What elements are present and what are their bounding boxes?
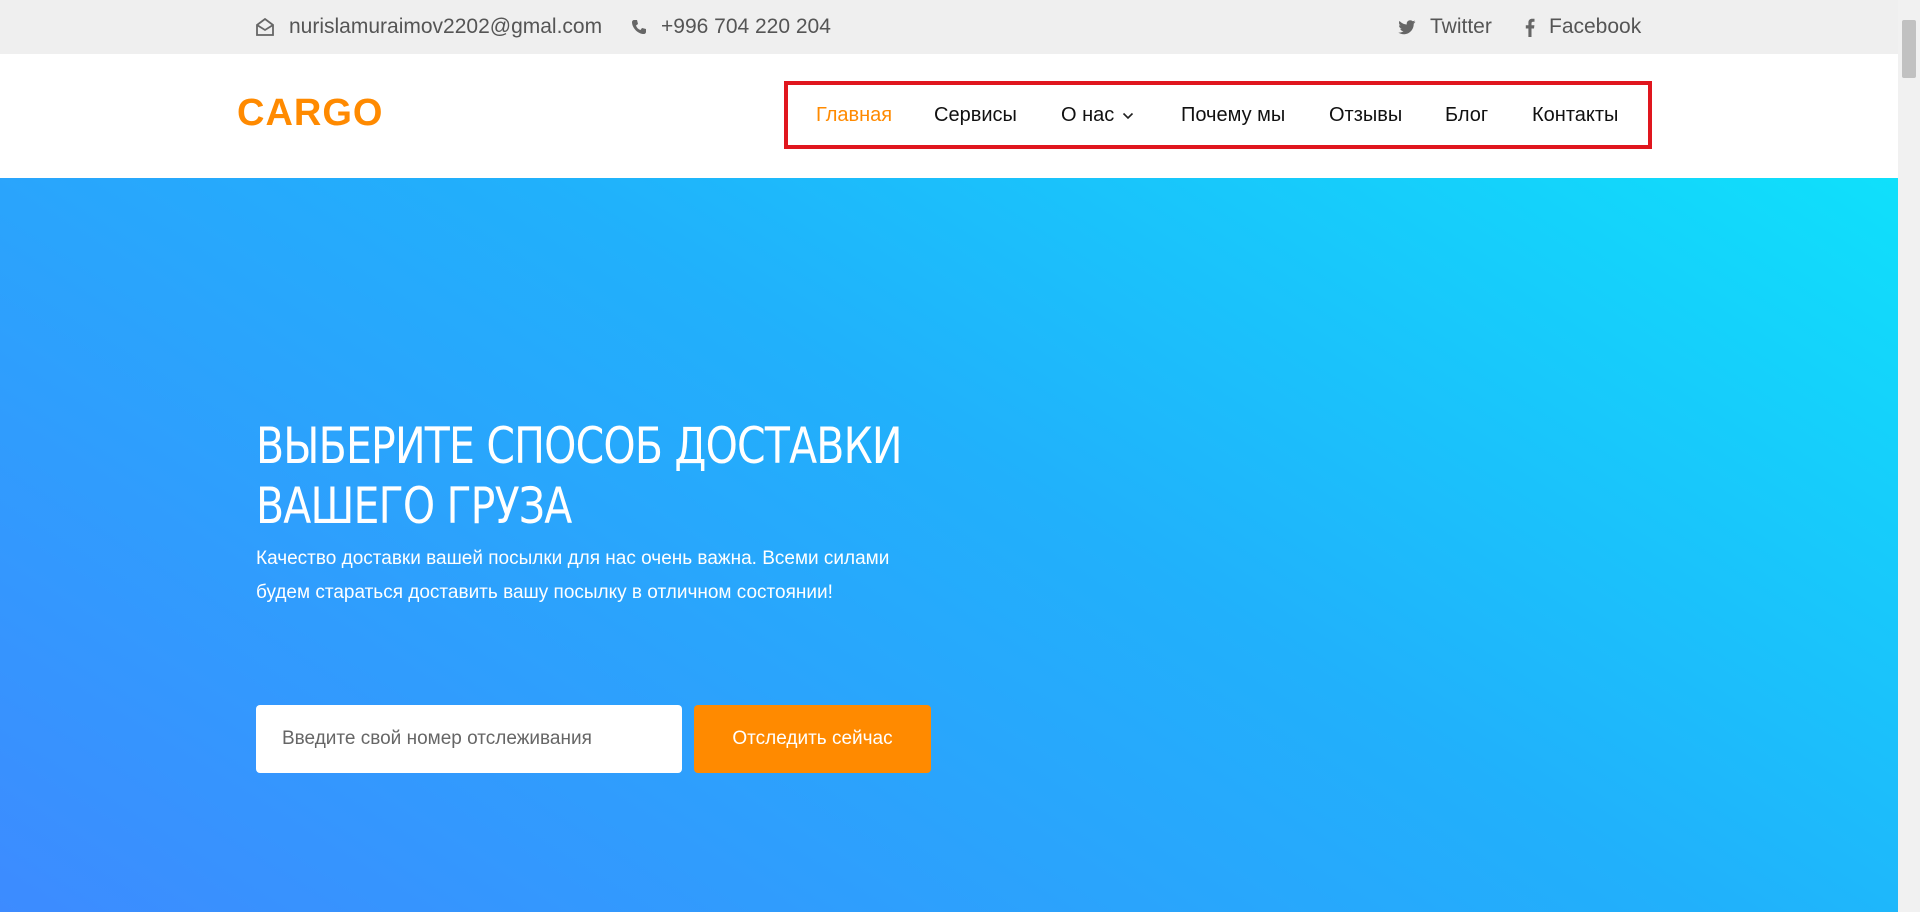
- facebook-link[interactable]: Facebook: [1525, 0, 1641, 54]
- phone-contact[interactable]: +996 704 220 204: [631, 0, 831, 54]
- hero-subtitle: Качество доставки вашей посылки для нас …: [256, 548, 890, 603]
- hero-section: ВЫБЕРИТЕ СПОСОБ ДОСТАВКИ ВАШЕГО ГРУЗА Ка…: [0, 178, 1898, 912]
- nav-item-services[interactable]: Сервисы: [934, 104, 1017, 127]
- facebook-icon: [1525, 18, 1535, 37]
- twitter-link[interactable]: Twitter: [1398, 0, 1492, 54]
- nav-item-blog[interactable]: Блог: [1445, 104, 1488, 127]
- email-text: nurislamuraimov2202@gmal.com: [289, 15, 603, 38]
- page: nurislamuraimov2202@gmal.com +996 704 22…: [0, 0, 1898, 912]
- phone-icon: [631, 19, 647, 35]
- top-contact-bar: nurislamuraimov2202@gmal.com +996 704 22…: [0, 0, 1898, 54]
- chevron-down-icon: [1122, 112, 1134, 120]
- envelope-icon: [255, 18, 275, 36]
- track-now-button[interactable]: Отследить сейчас: [694, 705, 931, 773]
- twitter-icon: [1398, 19, 1416, 35]
- nav-item-contacts[interactable]: Контакты: [1532, 104, 1618, 127]
- logo[interactable]: CARGO: [237, 92, 383, 135]
- hero-title-line1: ВЫБЕРИТЕ СПОСОБ ДОСТАВКИ: [256, 417, 903, 475]
- tracking-number-input[interactable]: [256, 705, 682, 773]
- scrollbar-thumb[interactable]: [1902, 20, 1916, 78]
- phone-text: +996 704 220 204: [661, 15, 831, 38]
- nav-item-home[interactable]: Главная: [816, 104, 892, 127]
- email-contact[interactable]: nurislamuraimov2202@gmal.com: [255, 0, 602, 54]
- facebook-label: Facebook: [1549, 15, 1642, 38]
- hero-title-line2: ВАШЕГО ГРУЗА: [256, 477, 572, 535]
- nav-item-why-us[interactable]: Почему мы: [1181, 104, 1285, 127]
- nav-item-reviews[interactable]: Отзывы: [1329, 104, 1402, 127]
- page-scrollbar[interactable]: [1898, 0, 1920, 912]
- twitter-label: Twitter: [1430, 15, 1492, 38]
- hero-title: ВЫБЕРИТЕ СПОСОБ ДОСТАВКИ ВАШЕГО ГРУЗА: [256, 416, 928, 536]
- nav-item-about[interactable]: О нас: [1061, 104, 1134, 127]
- site-header: CARGO Главная Сервисы О нас Почему мы От…: [0, 54, 1898, 178]
- nav-item-about-label: О нас: [1061, 104, 1115, 126]
